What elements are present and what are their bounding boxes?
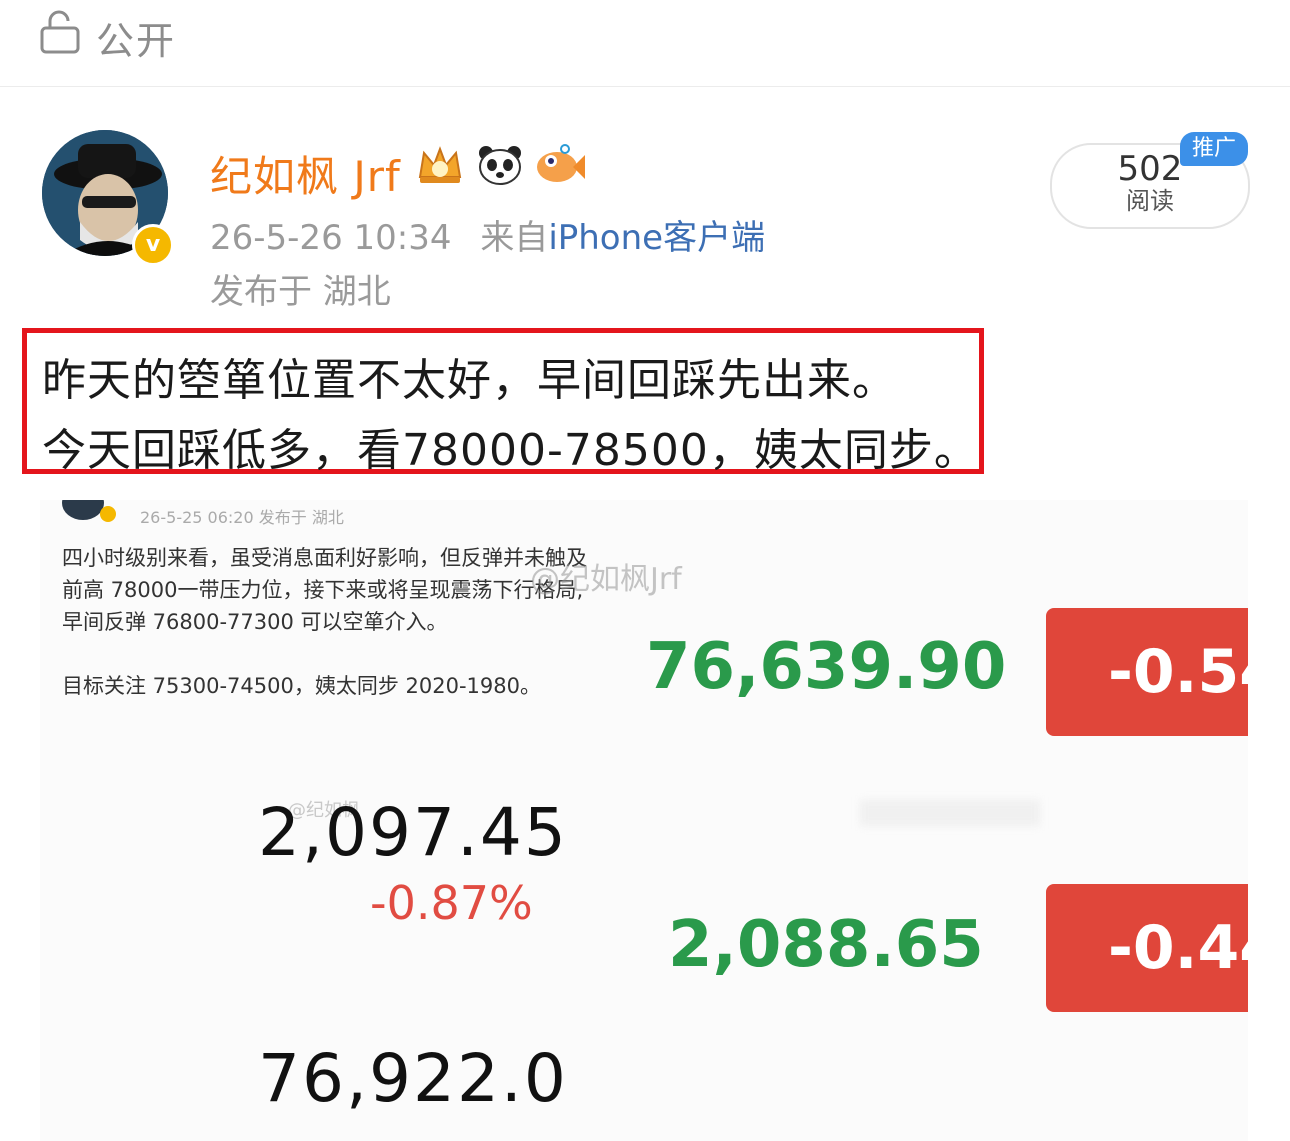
post-text-line-2: 今天回踩低多，看78000-78500，姨太同步。: [42, 425, 979, 476]
user-badges: [414, 142, 586, 188]
username[interactable]: 纪如枫 Jrf: [210, 143, 401, 204]
price-green-1: 76,639.90: [646, 630, 1007, 704]
embedded-text-line-3: 早间反弹 76800-77300 可以空箪介入。: [62, 610, 448, 634]
fish-badge-icon[interactable]: [534, 142, 586, 188]
post-location: 发布于 湖北: [210, 272, 391, 312]
reads-label: 阅读: [1126, 187, 1174, 215]
embedded-text-line-2: 前高 78000一带压力位，接下来或将呈现震荡下行格局,: [62, 578, 584, 602]
price-black-2: 76,922.0: [258, 1040, 568, 1117]
top-bar: 公开: [0, 0, 1290, 87]
embedded-avatar: [62, 500, 104, 520]
post-text-line-1: 昨天的箜箪位置不太好，早间回踩先出来。: [42, 355, 897, 406]
via-prefix: 来自: [480, 218, 549, 258]
change-box-2: -0.44: [1046, 884, 1248, 1012]
embedded-verified-badge: [100, 506, 116, 522]
embedded-text-line-1: 四小时级别来看，虽受消息面利好影响，但反弹并未触及: [62, 546, 587, 570]
price-black-1: 2,097.45: [258, 794, 568, 871]
price-green-2: 2,088.65: [668, 908, 984, 982]
post-meta: 26-5-26 10:34 来自iPhone客户端: [210, 210, 765, 259]
post-time: 26-5-26 10:34: [210, 218, 452, 258]
verified-badge: v: [132, 224, 174, 266]
panda-badge-icon[interactable]: [474, 142, 526, 188]
crown-badge-icon[interactable]: [414, 142, 466, 188]
percent-change-red: -0.87%: [370, 876, 533, 930]
embedded-text-line-4: 目标关注 75300-74500，姨太同步 2020-1980。: [62, 674, 542, 698]
watermark: @纪如枫Jrf: [530, 562, 682, 597]
blurred-label: [860, 800, 1040, 826]
unlock-icon[interactable]: [40, 10, 80, 54]
embedded-meta: 26-5-25 06:20 发布于 湖北: [140, 508, 344, 527]
embedded-image[interactable]: 26-5-25 06:20 发布于 湖北 四小时级别来看，虽受消息面利好影响，但…: [40, 500, 1248, 1141]
visibility-label[interactable]: 公开: [96, 10, 176, 65]
change-box-1: -0.54: [1046, 608, 1248, 736]
promote-tag[interactable]: 推广: [1180, 132, 1248, 166]
post-source[interactable]: iPhone客户端: [548, 218, 765, 258]
